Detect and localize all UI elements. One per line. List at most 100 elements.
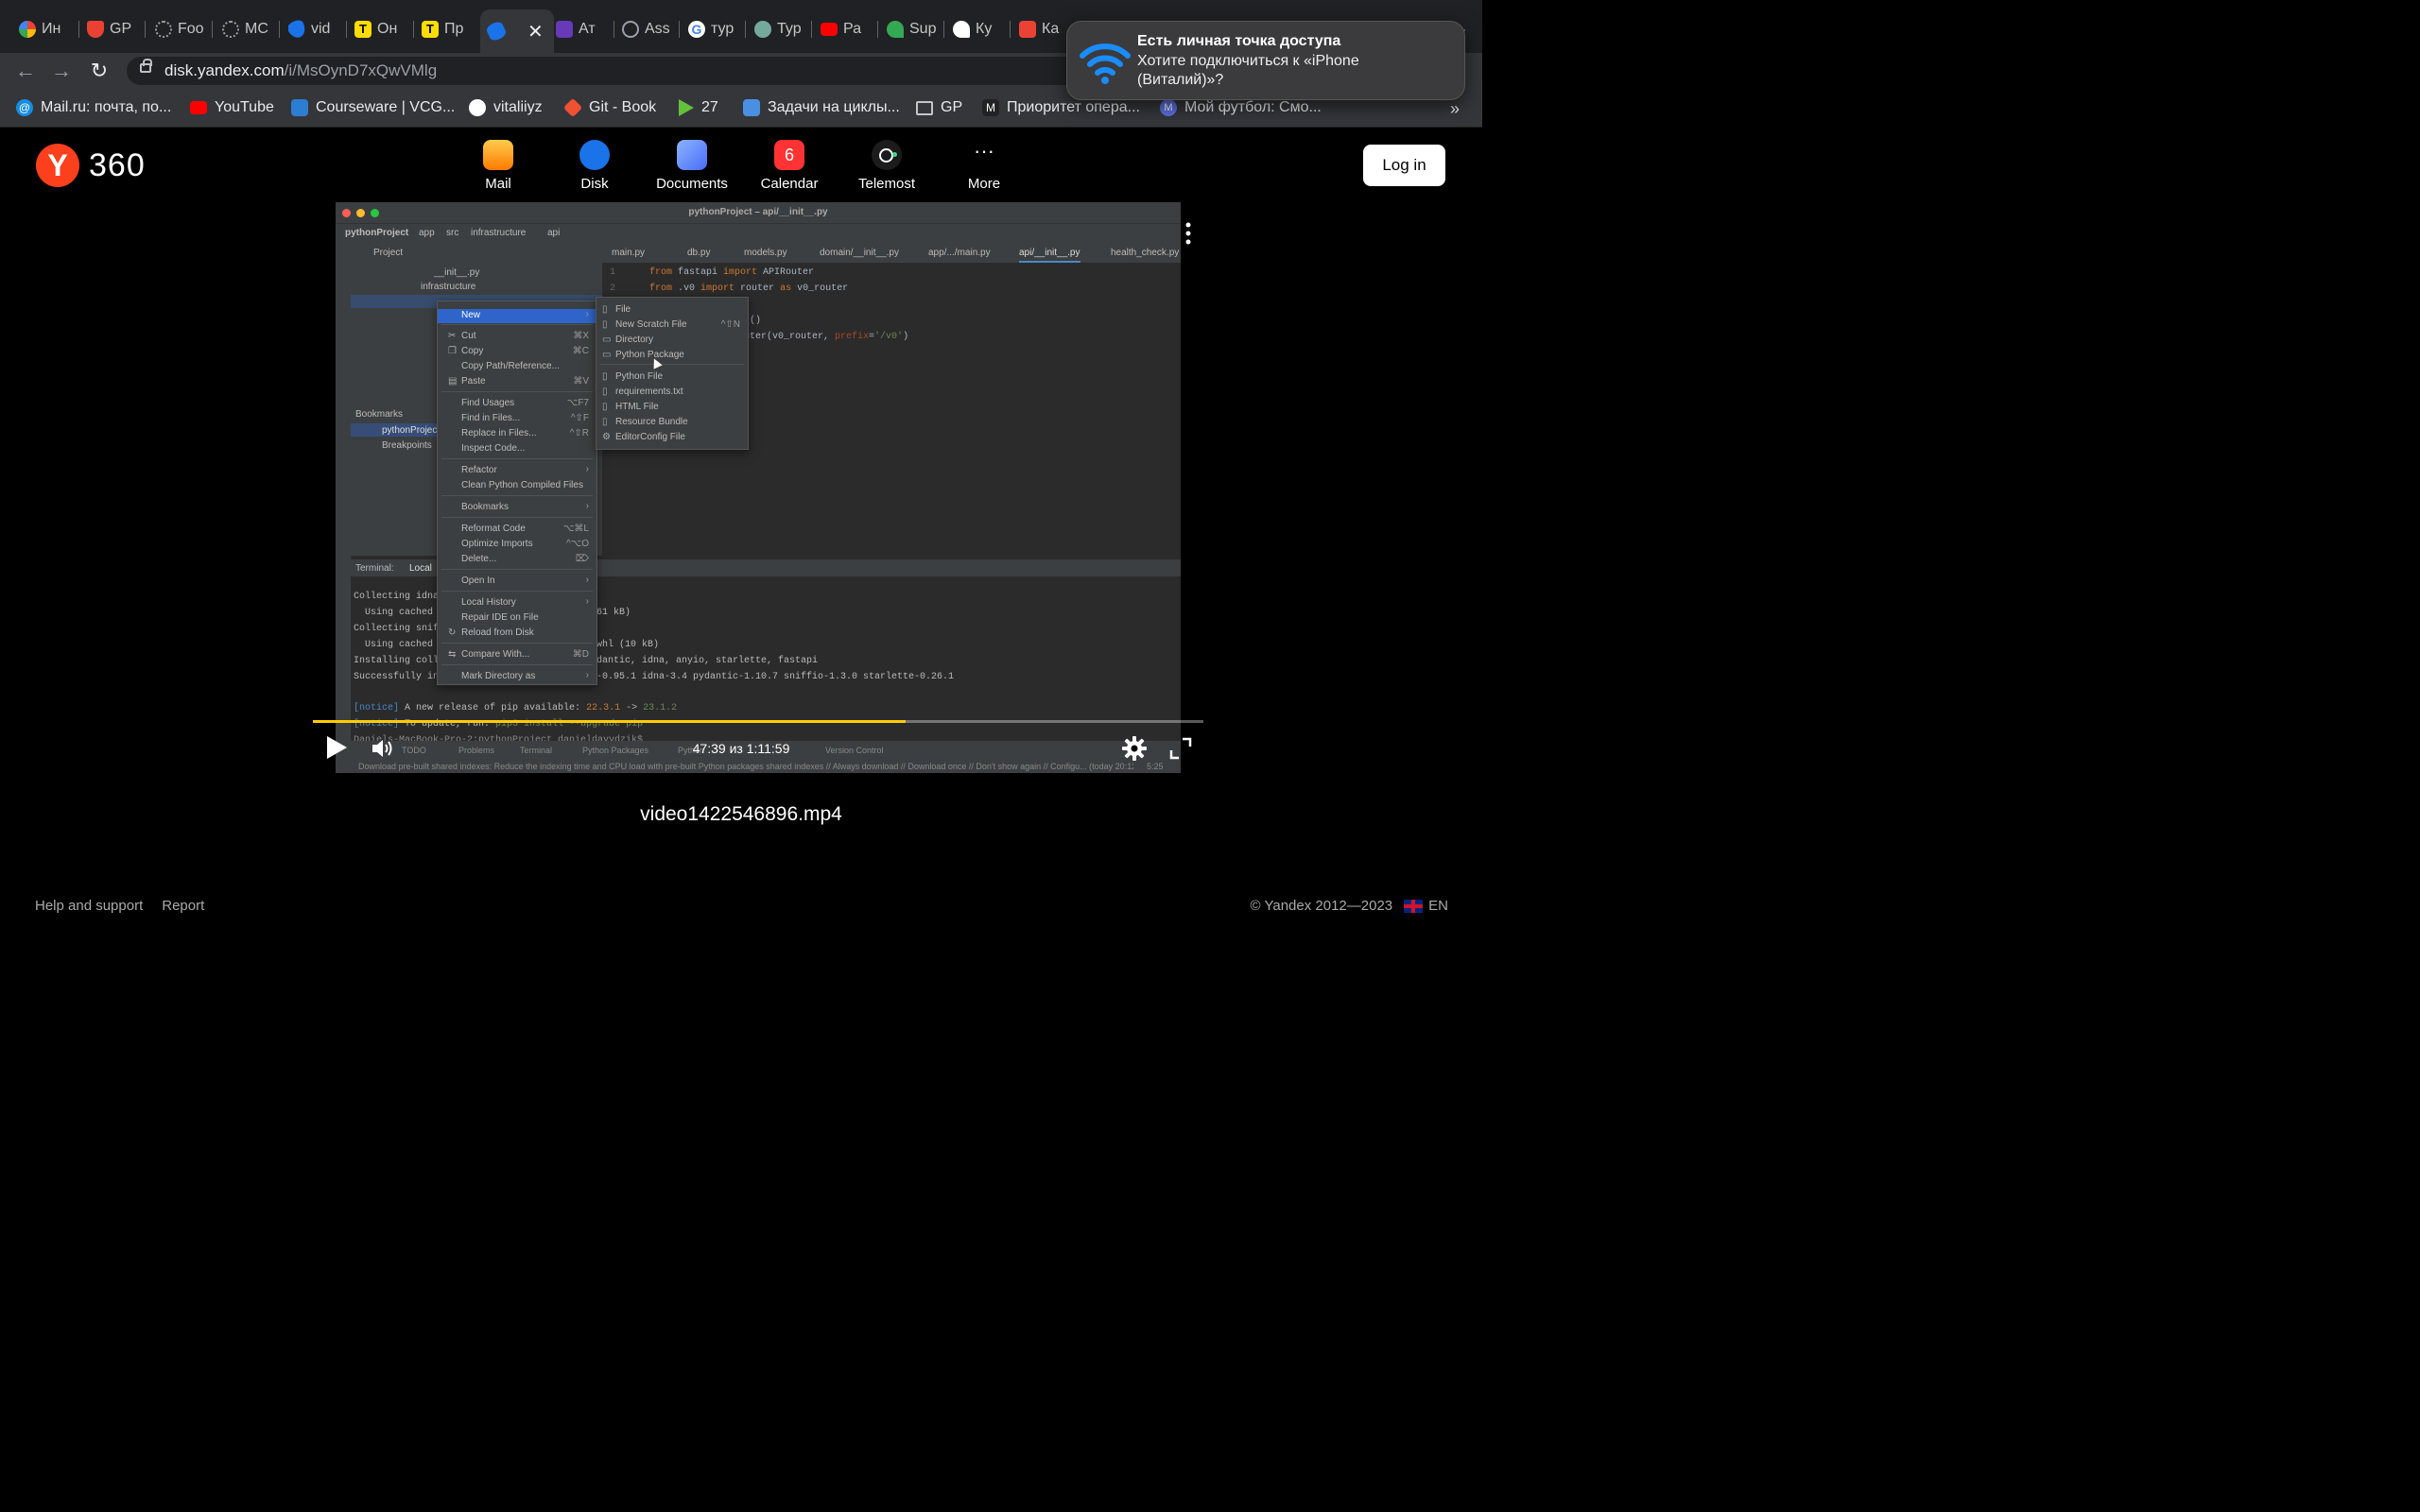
browser-tab[interactable]: T Пр	[422, 13, 475, 45]
submenu-item-label: New Scratch File	[615, 319, 687, 330]
context-menu-item[interactable]: ↻ Reload from Disk	[438, 627, 596, 641]
bookmark-item[interactable]: M Мой футбол: Смо...	[1160, 99, 1322, 116]
terminal-line: 61 kB)	[596, 608, 631, 618]
report-link[interactable]: Report	[162, 898, 204, 914]
settings-gear-icon[interactable]	[1121, 735, 1148, 762]
context-menu-item[interactable]: Inspect Code...	[438, 442, 596, 456]
footer-links: Help and support Report	[35, 898, 204, 914]
tab-title: Ин	[42, 21, 61, 37]
hotspot-notification[interactable]: Есть личная точка доступа Хотите подключ…	[1066, 21, 1465, 100]
bookmark-item[interactable]: Courseware | VCG...	[291, 99, 455, 116]
service-telemost[interactable]: Telemost	[839, 140, 934, 192]
service-mail[interactable]: Mail	[451, 140, 545, 192]
browser-tab[interactable]: Ра	[821, 13, 873, 45]
context-menu-item[interactable]: Mark Directory as ›	[438, 670, 596, 684]
url-host: disk.yandex.com	[164, 61, 285, 79]
tab-favicon-icon	[222, 21, 239, 38]
browser-tab-active[interactable]: ✕	[480, 9, 554, 53]
browser-tab[interactable]: Ат	[556, 13, 609, 45]
browser-tab[interactable]: Ку	[953, 13, 1006, 45]
fullscreen-icon[interactable]	[1169, 737, 1192, 760]
service-calendar[interactable]: 6 Calendar	[742, 140, 837, 192]
context-menu-item[interactable]: Optimize Imports ^⌥O	[438, 538, 596, 552]
service-disk[interactable]: Disk	[547, 140, 642, 192]
submenu-item[interactable]: ▯ Resource Bundle	[596, 416, 748, 430]
submenu-item[interactable]: ▯ HTML File	[596, 401, 748, 415]
submenu-item[interactable]: ▯ requirements.txt	[596, 386, 748, 400]
browser-tab[interactable]: GP	[87, 13, 140, 45]
context-menu-item[interactable]: Repair IDE on File	[438, 611, 596, 626]
submenu-item[interactable]: ▯ Python File	[596, 370, 748, 385]
context-menu-item[interactable]: Copy Path/Reference...	[438, 360, 596, 374]
bookmark-item[interactable]: 27	[679, 99, 718, 116]
reload-icon[interactable]: ↻	[85, 57, 113, 85]
context-menu-item[interactable]: ❐ Copy ⌘C	[438, 345, 596, 359]
url-path: /i/MsOynD7xQwVMlg	[284, 61, 438, 79]
video-progress-bar[interactable]	[313, 720, 1203, 723]
more-bookmarks-button[interactable]: »	[1450, 99, 1460, 119]
menu-item-label: Find Usages	[461, 398, 515, 408]
context-menu-item[interactable]: ⇆ Compare With... ⌘D	[438, 648, 596, 662]
bookmark-item[interactable]: @ Mail.ru: почта, по...	[16, 99, 171, 116]
menu-separator	[441, 517, 593, 518]
tab-close-icon[interactable]: ✕	[527, 20, 544, 43]
browser-tab[interactable]: Foo	[155, 13, 208, 45]
submenu-item[interactable]: ▭ Python Package	[596, 349, 748, 363]
terminal-tab: Local	[409, 563, 432, 574]
context-menu-item[interactable]: Refactor ›	[438, 464, 596, 478]
yandex-360-logo[interactable]: Y 360	[36, 144, 146, 187]
bookmark-item[interactable]: Git - Book	[562, 97, 656, 118]
browser-tab[interactable]: Ка	[1019, 13, 1066, 45]
more-options-icon[interactable]	[1184, 221, 1193, 246]
terminal-line: dantic, idna, anyio, starlette, fastapi	[596, 656, 819, 666]
context-menu-item[interactable]: ▤ Paste ⌘V	[438, 375, 596, 389]
submenu-item[interactable]: ⚙ EditorConfig File	[596, 431, 748, 445]
tab-favicon-icon: T	[422, 21, 439, 38]
browser-tab[interactable]: vid	[288, 13, 341, 45]
context-menu-item[interactable]: Find in Files... ^⇧F	[438, 412, 596, 426]
context-menu-item[interactable]: Replace in Files... ^⇧R	[438, 427, 596, 441]
language-switcher[interactable]: EN	[1404, 898, 1448, 914]
context-menu-item[interactable]: Local History ›	[438, 596, 596, 610]
browser-tab[interactable]: Ass	[622, 13, 675, 45]
bookmark-folder[interactable]: GP	[916, 99, 962, 116]
context-menu-item[interactable]: New ›	[438, 309, 596, 323]
context-menu-item[interactable]: Clean Python Compiled Files	[438, 479, 596, 493]
menu-item-shortcut: ⌥F7	[566, 398, 589, 408]
menu-item-label: Open In	[461, 576, 495, 586]
back-arrow-icon[interactable]: ←	[11, 57, 40, 85]
service-more[interactable]: ··· More	[937, 140, 1031, 193]
git-icon	[562, 97, 583, 118]
submenu-item[interactable]: ▯ New Scratch File ^⇧N	[596, 318, 748, 333]
browser-tab[interactable]: Тур	[754, 13, 807, 45]
browser-tab[interactable]: Sup	[887, 13, 940, 45]
url-text[interactable]: disk.yandex.com/i/MsOynD7xQwVMlg	[164, 61, 437, 80]
ide-titlebar: pythonProject – api/__init__.py	[336, 202, 1181, 223]
context-menu-item[interactable]: Reformat Code ⌥⌘L	[438, 523, 596, 537]
browser-tab[interactable]: T Он	[354, 13, 407, 45]
browser-tab[interactable]: MC	[222, 13, 275, 45]
video-player[interactable]: pythonProject – api/__init__.py pythonPr…	[336, 202, 1181, 773]
forward-arrow-icon[interactable]: →	[47, 57, 76, 85]
new-submenu: ▯ File ▯ New Scratch File ^⇧N ▭ Directory ▭ Pyth…	[596, 297, 749, 450]
browser-tab[interactable]: Gтур	[688, 13, 741, 45]
telemost-icon	[872, 140, 902, 170]
tree-item: __init__.py	[434, 267, 480, 278]
menu-item-shortcut: ⌘C	[572, 346, 589, 356]
context-menu-item[interactable]: Bookmarks ›	[438, 501, 596, 515]
context-menu-item[interactable]: Delete... ⌦	[438, 553, 596, 567]
submenu-item[interactable]: ▭ Directory	[596, 334, 748, 348]
help-link[interactable]: Help and support	[35, 898, 143, 914]
bookmark-item[interactable]: YouTube	[190, 99, 274, 116]
browser-tab[interactable]: Ин	[19, 13, 72, 45]
bookmark-item[interactable]: M Приоритет опера...	[982, 99, 1140, 116]
bookmark-item[interactable]: Задачи на циклы...	[743, 99, 900, 116]
context-menu-item[interactable]: Find Usages ⌥F7	[438, 397, 596, 411]
time-separator: из	[729, 741, 743, 756]
bookmark-item[interactable]: vitaliiyz	[469, 99, 543, 116]
context-menu-item[interactable]: ✂ Cut ⌘X	[438, 330, 596, 344]
submenu-item[interactable]: ▯ File	[596, 303, 748, 318]
login-button[interactable]: Log in	[1363, 145, 1445, 186]
service-documents[interactable]: Documents	[645, 140, 739, 192]
context-menu-item[interactable]: Open In ›	[438, 575, 596, 589]
